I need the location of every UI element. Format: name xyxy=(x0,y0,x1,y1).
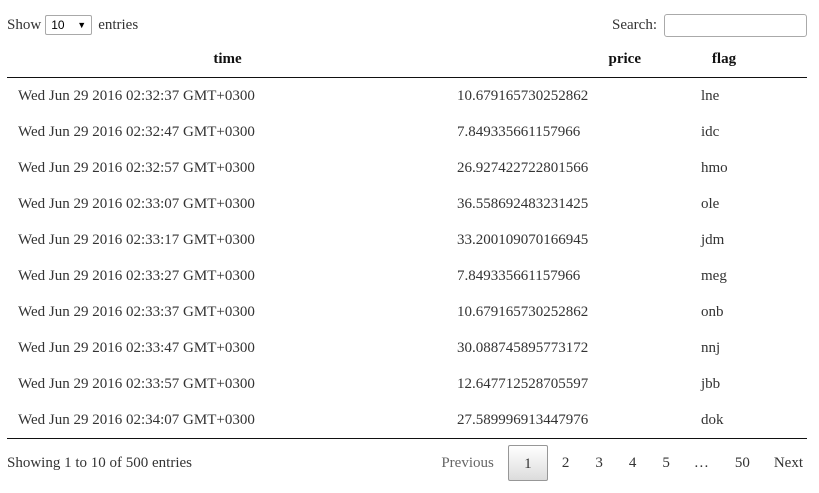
cell-price: 27.589996913447976 xyxy=(448,402,641,439)
column-header-time[interactable]: time xyxy=(7,42,448,78)
cell-price: 26.927422722801566 xyxy=(457,159,589,176)
cell-time: Wed Jun 29 2016 02:33:17 GMT+0300 xyxy=(18,231,255,248)
pagination: Previous 12345 … 50 Next xyxy=(429,445,807,481)
page-button-1[interactable]: 1 xyxy=(507,445,548,481)
cell-flag: meg xyxy=(701,267,727,284)
table-row: Wed Jun 29 2016 02:33:57 GMT+0300 12.6477… xyxy=(7,366,807,402)
cell-flag: ole xyxy=(701,195,720,212)
table-row: Wed Jun 29 2016 02:33:47 GMT+0300 30.0887… xyxy=(7,330,807,366)
column-header-price[interactable]: price xyxy=(448,42,641,78)
cell-price: 12.647712528705597 xyxy=(457,375,589,392)
table-row: Wed Jun 29 2016 02:33:17 GMT+0300 33.2001… xyxy=(7,222,807,258)
length-suffix-label: entries xyxy=(98,16,139,33)
cell-price: 7.849335661157966 xyxy=(457,267,581,284)
cell-time: Wed Jun 29 2016 02:32:47 GMT+0300 xyxy=(18,123,255,140)
table-body: Wed Jun 29 2016 02:32:37 GMT+0300 10.6791… xyxy=(7,78,807,439)
cell-price: 10.679165730252862 xyxy=(457,87,589,104)
data-table: time price flag Wed Jun 29 2016 02:32:37… xyxy=(7,42,807,439)
cell-flag: nnj xyxy=(701,339,721,356)
page-button-4[interactable]: 4 xyxy=(617,445,649,481)
page-button-2[interactable]: 2 xyxy=(550,445,582,481)
table-row: Wed Jun 29 2016 02:32:57 GMT+0300 26.9274… xyxy=(7,150,807,186)
cell-time: Wed Jun 29 2016 02:32:57 GMT+0300 xyxy=(18,159,255,176)
cell-price: 10.679165730252862 xyxy=(457,303,589,320)
cell-flag: idc xyxy=(701,123,720,140)
table-controls: Show 10 ▼ entries Search: xyxy=(7,14,807,38)
cell-flag: lne xyxy=(701,87,720,104)
cell-flag: dok xyxy=(641,402,807,439)
table-header-row: time price flag xyxy=(7,42,807,78)
cell-price: 30.088745895773172 xyxy=(457,339,589,356)
table-row: Wed Jun 29 2016 02:33:27 GMT+0300 7.84933… xyxy=(7,258,807,294)
cell-flag: hmo xyxy=(701,159,728,176)
table-row: Wed Jun 29 2016 02:32:37 GMT+0300 10.6791… xyxy=(7,78,807,115)
next-page-button[interactable]: Next xyxy=(764,445,807,481)
cell-time: Wed Jun 29 2016 02:33:57 GMT+0300 xyxy=(18,375,255,392)
page-button-last[interactable]: 50 xyxy=(723,445,762,481)
search-box: Search: xyxy=(612,14,807,37)
cell-time: Wed Jun 29 2016 02:34:07 GMT+0300 xyxy=(7,402,448,439)
length-prefix-label: Show xyxy=(7,16,42,33)
cell-time: Wed Jun 29 2016 02:33:47 GMT+0300 xyxy=(18,339,255,356)
cell-time: Wed Jun 29 2016 02:32:37 GMT+0300 xyxy=(18,87,255,104)
cell-flag: jdm xyxy=(701,231,725,248)
cell-time: Wed Jun 29 2016 02:33:07 GMT+0300 xyxy=(18,195,255,212)
page-length-select[interactable]: 10 ▼ xyxy=(45,15,93,35)
search-label: Search: xyxy=(612,17,657,33)
cell-price: 33.200109070166945 xyxy=(457,231,589,248)
cell-time: Wed Jun 29 2016 02:33:27 GMT+0300 xyxy=(18,267,255,284)
cell-price: 7.849335661157966 xyxy=(457,123,581,140)
table-info: Showing 1 to 10 of 500 entries xyxy=(7,455,192,471)
page-length-value: 10 xyxy=(51,18,65,32)
table-row: Wed Jun 29 2016 02:33:07 GMT+0300 36.5586… xyxy=(7,186,807,222)
page-button-3[interactable]: 3 xyxy=(583,445,615,481)
table-row: Wed Jun 29 2016 02:34:07 GMT+0300 27.5899… xyxy=(7,402,807,439)
cell-time: Wed Jun 29 2016 02:33:37 GMT+0300 xyxy=(18,303,255,320)
cell-flag: onb xyxy=(701,303,724,320)
length-menu: Show 10 ▼ entries xyxy=(7,15,138,35)
search-input[interactable] xyxy=(664,14,807,37)
chevron-down-icon: ▼ xyxy=(77,20,87,30)
pagination-ellipsis: … xyxy=(693,454,709,471)
cell-flag: jbb xyxy=(701,375,721,392)
page-button-5[interactable]: 5 xyxy=(650,445,682,481)
cell-price: 36.558692483231425 xyxy=(457,195,589,212)
table-row: Wed Jun 29 2016 02:32:47 GMT+0300 7.84933… xyxy=(7,114,807,150)
table-row: Wed Jun 29 2016 02:33:37 GMT+0300 10.6791… xyxy=(7,294,807,330)
previous-page-button[interactable]: Previous xyxy=(431,445,504,481)
column-header-flag[interactable]: flag xyxy=(641,42,807,78)
